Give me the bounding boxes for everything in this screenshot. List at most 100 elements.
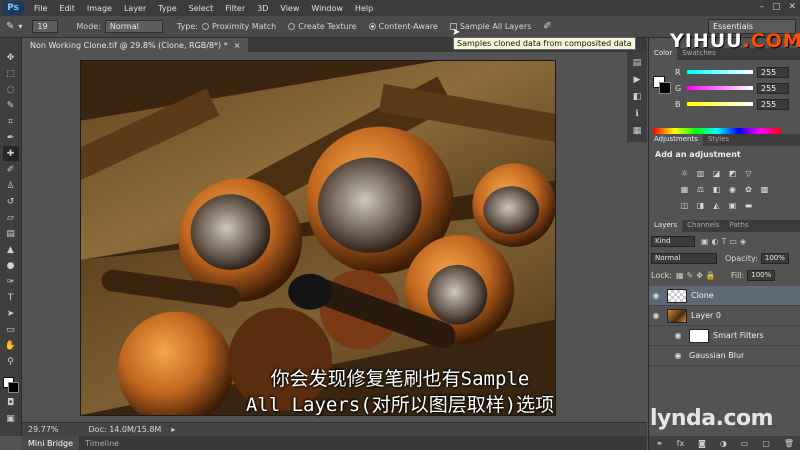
tab-paths[interactable]: Paths: [725, 220, 754, 232]
hue-saturation-icon[interactable]: ▦: [679, 184, 690, 194]
zoom-level[interactable]: 29.77%: [28, 425, 59, 434]
clone-stamp-tool-icon[interactable]: ♙: [3, 178, 19, 193]
menu-filter[interactable]: Filter: [219, 4, 251, 13]
tab-layers[interactable]: Layers: [649, 220, 683, 232]
shape-tool-icon[interactable]: ▭: [3, 322, 19, 337]
trash-icon[interactable]: 🗑: [784, 439, 794, 448]
invert-icon[interactable]: ◫: [679, 200, 690, 210]
document-close-icon[interactable]: ×: [234, 41, 241, 50]
mode-select[interactable]: Normal: [104, 20, 163, 33]
menu-view[interactable]: View: [274, 4, 305, 13]
visibility-eye-icon[interactable]: ◉: [649, 311, 663, 320]
lock-icons[interactable]: ▦✎✥🔒: [676, 271, 719, 280]
gradient-tool-icon[interactable]: ▤: [3, 226, 19, 241]
marquee-tool-icon[interactable]: ⬚: [3, 66, 19, 81]
menu-3d[interactable]: 3D: [251, 4, 274, 13]
blue-slider[interactable]: [687, 102, 753, 106]
blend-mode-select[interactable]: Normal: [651, 252, 717, 264]
eraser-tool-icon[interactable]: ▱: [3, 210, 19, 225]
threshold-icon[interactable]: ◭: [711, 200, 722, 210]
menu-layer[interactable]: Layer: [118, 4, 152, 13]
radio-proximity[interactable]: [201, 23, 209, 30]
type-option-content-aware[interactable]: Content-Aware: [368, 22, 438, 31]
layer-filter-kind[interactable]: Kind: [651, 235, 695, 247]
layer-style-icon[interactable]: fx: [677, 439, 685, 448]
posterize-icon[interactable]: ◨: [695, 200, 706, 210]
color-lookup-icon[interactable]: ▩: [759, 184, 770, 194]
layer-row-gaussian-blur[interactable]: ◉ Gaussian Blur: [649, 346, 800, 366]
curves-icon[interactable]: ◪: [711, 168, 722, 178]
filter-icons[interactable]: ▣◐T▭◈: [701, 237, 749, 246]
brush-tool-icon[interactable]: ✐: [3, 162, 19, 177]
layer-row-clone[interactable]: ◉ Clone: [649, 286, 800, 306]
tab-timeline[interactable]: Timeline: [79, 439, 125, 448]
new-adjustment-icon[interactable]: ◑: [720, 439, 727, 448]
menu-image[interactable]: Image: [81, 4, 118, 13]
vibrance-icon[interactable]: ▽: [743, 168, 754, 178]
tab-styles[interactable]: Styles: [703, 134, 734, 146]
red-value[interactable]: 255: [757, 66, 789, 78]
info-panel-icon[interactable]: ℹ: [631, 107, 644, 120]
new-group-icon[interactable]: ▭: [741, 439, 749, 448]
photo-filter-icon[interactable]: ◉: [727, 184, 738, 194]
quick-select-tool-icon[interactable]: ✎: [3, 98, 19, 113]
levels-icon[interactable]: ▥: [695, 168, 706, 178]
maximize-icon[interactable]: □: [772, 2, 781, 12]
blur-tool-icon[interactable]: ▲: [3, 242, 19, 257]
menu-edit[interactable]: Edit: [53, 4, 81, 13]
selective-color-icon[interactable]: ▣: [727, 200, 738, 210]
tab-mini-bridge[interactable]: Mini Bridge: [22, 436, 80, 450]
type-tool-icon[interactable]: T: [3, 290, 19, 305]
layer-row-layer-0[interactable]: ◉ Layer 0: [649, 306, 800, 326]
radio-texture[interactable]: [288, 23, 296, 30]
green-slider[interactable]: [687, 86, 753, 90]
tab-channels[interactable]: Channels: [682, 220, 724, 232]
green-value[interactable]: 255: [757, 82, 789, 94]
visibility-eye-icon[interactable]: ◉: [649, 291, 663, 300]
history-panel-icon[interactable]: ▤: [631, 56, 644, 69]
fill-value[interactable]: 100%: [747, 269, 776, 281]
panel-background-color[interactable]: [659, 82, 671, 94]
gradient-map-icon[interactable]: ▬: [743, 200, 754, 210]
minimize-icon[interactable]: –: [759, 2, 764, 12]
brush-size-picker[interactable]: 19: [32, 20, 59, 33]
healing-brush-icon[interactable]: ✎: [6, 21, 14, 32]
actions-panel-icon[interactable]: ▶: [631, 73, 644, 86]
type-option-proximity[interactable]: Proximity Match: [201, 22, 276, 31]
menu-file[interactable]: File: [28, 4, 53, 13]
visibility-eye-icon[interactable]: ◉: [671, 351, 685, 360]
add-mask-icon[interactable]: ◙: [698, 439, 706, 448]
close-icon[interactable]: ✕: [788, 2, 796, 12]
opacity-value[interactable]: 100%: [760, 252, 789, 264]
move-tool-icon[interactable]: ✥: [3, 50, 19, 65]
color-balance-icon[interactable]: ⚖: [695, 184, 706, 194]
brightness-icon[interactable]: ☼: [679, 168, 690, 178]
notes-panel-icon[interactable]: ▦: [631, 124, 644, 137]
menu-type[interactable]: Type: [152, 4, 182, 13]
crop-tool-icon[interactable]: ⌗: [3, 114, 19, 129]
layer-row-smart-filters[interactable]: ◉ Smart Filters: [649, 326, 800, 346]
doc-size[interactable]: Doc: 14.0M/15.8M: [89, 425, 162, 434]
pressure-brush-icon[interactable]: ✐: [543, 21, 551, 32]
type-option-texture[interactable]: Create Texture: [288, 22, 357, 31]
dodge-tool-icon[interactable]: ●: [3, 258, 19, 273]
red-slider[interactable]: [687, 70, 753, 74]
menu-help[interactable]: Help: [349, 4, 379, 13]
history-brush-tool-icon[interactable]: ↺: [3, 194, 19, 209]
channel-mixer-icon[interactable]: ✿: [743, 184, 754, 194]
document-tab[interactable]: Non Working Clone.tif @ 29.8% (Clone, RG…: [22, 38, 249, 52]
exposure-icon[interactable]: ◩: [727, 168, 738, 178]
link-layers-icon[interactable]: ⚭: [656, 439, 663, 448]
path-select-tool-icon[interactable]: ➤: [3, 306, 19, 321]
document-canvas[interactable]: [80, 60, 556, 416]
properties-panel-icon[interactable]: ◧: [631, 90, 644, 103]
eyedropper-tool-icon[interactable]: ✒: [3, 130, 19, 145]
visibility-eye-icon[interactable]: ◉: [671, 331, 685, 340]
hand-tool-icon[interactable]: ✋: [3, 338, 19, 353]
menu-window[interactable]: Window: [305, 4, 349, 13]
tab-adjustments[interactable]: Adjustments: [649, 134, 703, 146]
pen-tool-icon[interactable]: ✑: [3, 274, 19, 289]
sample-all-layers-option[interactable]: Sample All Layers: [449, 22, 531, 31]
lasso-tool-icon[interactable]: ◌: [3, 82, 19, 97]
tool-preset-chevron-icon[interactable]: ▾: [18, 22, 22, 31]
